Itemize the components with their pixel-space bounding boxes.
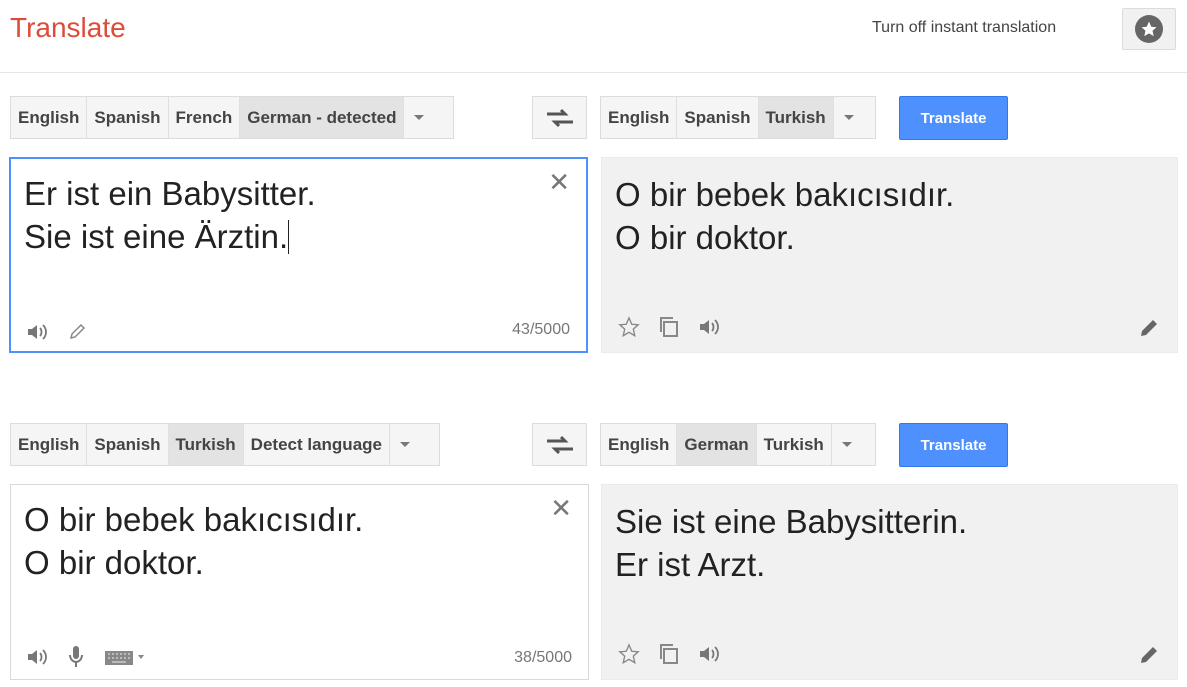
chevron-down-icon — [843, 115, 854, 120]
target-lang-english[interactable]: English — [601, 424, 678, 465]
source-text-area[interactable]: O bir bebek bakıcısıdır. O bir doktor. ✕… — [10, 484, 589, 680]
chevron-down-icon — [841, 442, 852, 447]
translate-button[interactable]: Translate — [899, 423, 1008, 467]
source-text: O bir bebek bakıcısıdır. O bir doktor. — [24, 501, 364, 581]
source-lang-spanish[interactable]: Spanish — [87, 424, 169, 465]
source-lang-detect[interactable]: Detect language — [244, 424, 390, 465]
clear-icon[interactable]: ✕ — [548, 169, 570, 195]
speaker-icon[interactable] — [26, 323, 48, 341]
source-language-dropdown[interactable] — [390, 424, 420, 465]
target-language-dropdown[interactable] — [834, 97, 864, 138]
chevron-down-icon — [414, 115, 425, 120]
source-language-dropdown[interactable] — [404, 97, 434, 138]
source-language-bar: English Spanish Turkish Detect language — [10, 423, 440, 466]
swap-icon — [545, 108, 575, 128]
app-title: Translate — [10, 12, 126, 43]
saved-phrases-button[interactable] — [1122, 8, 1176, 50]
instant-translation-toggle[interactable]: Turn off instant translation — [872, 19, 1056, 37]
source-lang-french[interactable]: French — [169, 97, 241, 138]
speaker-icon[interactable] — [26, 648, 48, 666]
source-text: Er ist ein Babysitter. Sie ist eine Ärzt… — [24, 175, 316, 255]
source-text-area[interactable]: Er ist ein Babysitter. Sie ist eine Ärzt… — [9, 157, 588, 353]
swap-icon — [545, 435, 575, 455]
target-lang-english[interactable]: English — [601, 97, 678, 138]
keyboard-icon[interactable] — [104, 648, 146, 666]
pencil-icon[interactable] — [1139, 318, 1159, 338]
star-icon[interactable] — [618, 643, 640, 665]
target-language-dropdown[interactable] — [832, 424, 862, 465]
target-lang-turkish[interactable]: Turkish — [758, 97, 834, 138]
swap-languages-button[interactable] — [532, 423, 587, 466]
result-text: Sie ist eine Babysitterin. Er ist Arzt. — [615, 503, 968, 583]
result-tools — [618, 643, 720, 665]
microphone-icon[interactable] — [68, 645, 84, 669]
source-language-bar: English Spanish French German - detected — [10, 96, 454, 139]
copy-icon[interactable] — [658, 643, 680, 665]
header: Translate Turn off instant translation — [0, 0, 1187, 73]
result-tools — [618, 316, 720, 338]
result-area: Sie ist eine Babysitterin. Er ist Arzt. — [601, 484, 1178, 680]
translate-button[interactable]: Translate — [899, 96, 1008, 140]
source-tools — [26, 323, 86, 341]
target-language-bar: English German Turkish — [600, 423, 876, 466]
star-icon[interactable] — [618, 316, 640, 338]
speaker-icon[interactable] — [698, 318, 720, 336]
speaker-icon[interactable] — [698, 645, 720, 663]
character-count: 43/5000 — [512, 321, 570, 338]
text-cursor — [288, 220, 290, 254]
clear-icon[interactable]: ✕ — [550, 495, 572, 521]
source-tools — [26, 645, 146, 669]
target-lang-turkish[interactable]: Turkish — [757, 424, 832, 465]
source-lang-spanish[interactable]: Spanish — [87, 97, 169, 138]
source-lang-turkish[interactable]: Turkish — [168, 424, 244, 465]
character-count: 38/5000 — [514, 649, 572, 666]
target-lang-spanish[interactable]: Spanish — [677, 97, 759, 138]
copy-icon[interactable] — [658, 316, 680, 338]
source-lang-english[interactable]: English — [11, 424, 88, 465]
result-text: O bir bebek bakıcısıdır. O bir doktor. — [615, 176, 955, 256]
target-language-bar: English Spanish Turkish — [600, 96, 876, 139]
swap-languages-button[interactable] — [532, 96, 587, 139]
result-area: O bir bebek bakıcısıdır. O bir doktor. — [601, 157, 1178, 353]
star-icon — [1135, 15, 1163, 43]
chevron-down-icon — [399, 442, 410, 447]
source-lang-english[interactable]: English — [11, 97, 88, 138]
target-lang-german[interactable]: German — [677, 424, 757, 465]
pencil-icon[interactable] — [68, 323, 86, 341]
pencil-icon[interactable] — [1139, 645, 1159, 665]
source-lang-detected[interactable]: German - detected — [240, 97, 405, 138]
